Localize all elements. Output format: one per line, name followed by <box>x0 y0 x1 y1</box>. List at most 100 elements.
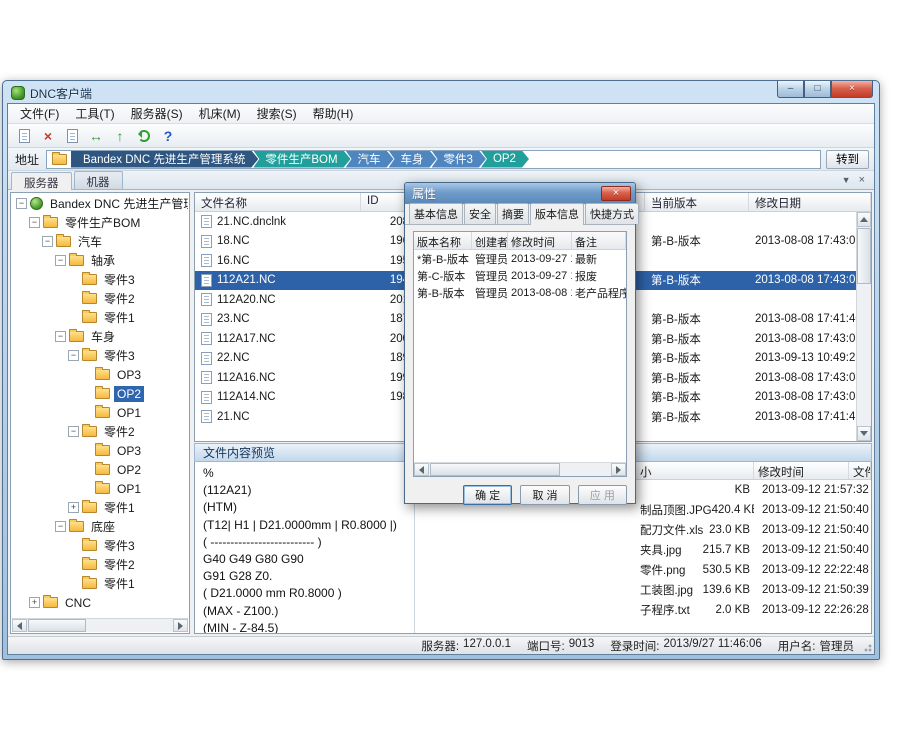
tree-item[interactable]: 零件2 <box>12 289 188 308</box>
tree-item[interactable]: −汽车 <box>12 232 188 251</box>
collapse-icon[interactable]: − <box>55 255 66 266</box>
tree-item[interactable]: 零件1 <box>12 574 188 593</box>
tree-item[interactable]: +零件1 <box>12 498 188 517</box>
version-row[interactable]: *第-B-版本管理员2013-09-27 14:最新 <box>414 250 626 267</box>
tree-item[interactable]: OP2 <box>12 460 188 479</box>
column-header[interactable]: 修改时间 <box>508 232 572 249</box>
refresh-icon[interactable] <box>133 126 155 146</box>
menu-search[interactable]: 搜索(S) <box>249 103 305 124</box>
version-row[interactable]: 第-C-版本管理员2013-09-27 14:报废 <box>414 267 626 284</box>
tree-item[interactable]: −底座 <box>12 517 188 536</box>
dialog-tab-3[interactable]: 版本信息 <box>530 203 584 225</box>
tab-machine[interactable]: 机器 <box>74 171 123 189</box>
tree-item[interactable]: OP3 <box>12 441 188 460</box>
collapse-icon[interactable]: − <box>68 426 79 437</box>
dialog-tab-0[interactable]: 基本信息 <box>409 203 463 224</box>
resize-grip-icon[interactable] <box>861 641 872 652</box>
tree-item[interactable]: −零件生产BOM <box>12 213 188 232</box>
scrollbar-track[interactable] <box>87 619 173 632</box>
tree-item[interactable]: −零件3 <box>12 346 188 365</box>
transfer-icon[interactable]: ↔ <box>85 126 107 146</box>
scrollbar-thumb[interactable] <box>857 228 871 284</box>
tree-item[interactable]: OP1 <box>12 479 188 498</box>
expand-icon[interactable]: + <box>29 597 40 608</box>
new-file-icon[interactable] <box>13 126 35 146</box>
column-header[interactable]: 文件名称 <box>195 193 361 211</box>
dialog-tab-2[interactable]: 摘要 <box>497 203 529 224</box>
close-panel-icon[interactable]: × <box>859 174 865 186</box>
help-icon[interactable]: ? <box>157 126 179 146</box>
tree-item[interactable]: OP2 <box>12 384 188 403</box>
column-header[interactable]: 当前版本 <box>645 193 749 211</box>
tree-item[interactable]: 零件1 <box>12 308 188 327</box>
scrollbar-thumb[interactable] <box>430 463 560 476</box>
collapse-icon[interactable]: − <box>16 198 27 209</box>
column-header[interactable]: 备注 <box>572 232 626 249</box>
collapse-icon[interactable]: − <box>42 236 53 247</box>
copy-file-icon[interactable] <box>61 126 83 146</box>
scroll-down-button[interactable] <box>857 426 871 441</box>
column-header[interactable]: 修改时间 <box>754 462 849 479</box>
minimize-button[interactable]: – <box>777 81 804 98</box>
breadcrumb-segment[interactable]: OP2 <box>481 151 529 168</box>
attachment-row[interactable]: 配刀文件.xls23.0 KB2013-09-12 21:50:40 <box>415 520 871 540</box>
scroll-left-button[interactable] <box>414 463 429 476</box>
attachment-row[interactable]: 子程序.txt2.0 KB2013-09-12 22:26:28 <box>415 600 871 620</box>
collapse-icon[interactable]: − <box>55 331 66 342</box>
dialog-tab-4[interactable]: 快捷方式 <box>585 203 639 224</box>
dialog-titlebar[interactable]: 属性 × <box>405 183 635 204</box>
menu-help[interactable]: 帮助(H) <box>305 103 362 124</box>
scroll-right-button[interactable] <box>173 619 188 632</box>
maximize-button[interactable]: □ <box>804 81 831 98</box>
scrollbar-track[interactable] <box>561 463 611 476</box>
scrollbar-thumb[interactable] <box>28 619 86 632</box>
go-button[interactable]: 转到 <box>826 150 869 169</box>
tab-server[interactable]: 服务器 <box>11 172 72 190</box>
attachment-row[interactable]: 夹具.jpg215.7 KB2013-09-12 21:50:40 <box>415 540 871 560</box>
tree-item[interactable]: 零件3 <box>12 270 188 289</box>
menu-server[interactable]: 服务器(S) <box>123 103 191 124</box>
address-field[interactable]: Bandex DNC 先进生产管理系统零件生产BOM汽车车身零件3OP2 <box>46 150 821 169</box>
menu-tools[interactable]: 工具(T) <box>67 103 122 124</box>
tree-horizontal-scrollbar[interactable] <box>12 618 188 632</box>
titlebar[interactable]: DNC客户端 – □ × <box>3 81 879 103</box>
breadcrumb-segment[interactable]: Bandex DNC 先进生产管理系统 <box>71 151 258 168</box>
collapse-icon[interactable]: − <box>29 217 40 228</box>
delete-icon[interactable]: × <box>37 126 59 146</box>
column-header[interactable]: 文件(&L <box>849 462 871 479</box>
breadcrumb-segment[interactable]: 零件生产BOM <box>253 151 350 168</box>
menu-machine[interactable]: 机床(M) <box>191 103 249 124</box>
version-row[interactable]: 第-B-版本管理员2013-08-08 17:老产品程序 <box>414 284 626 301</box>
tree-item[interactable]: OP3 <box>12 365 188 384</box>
tree-item[interactable]: −轴承 <box>12 251 188 270</box>
column-header[interactable]: 小 <box>636 462 754 479</box>
upload-icon[interactable]: ↑ <box>109 126 131 146</box>
breadcrumb-segment[interactable]: 车身 <box>389 151 437 168</box>
tree-item[interactable]: 零件3 <box>12 536 188 555</box>
tree-item[interactable]: 零件2 <box>12 555 188 574</box>
close-button[interactable]: × <box>831 81 873 98</box>
expand-icon[interactable]: + <box>68 502 79 513</box>
tree-item[interactable]: +CNC <box>12 593 188 612</box>
scroll-left-button[interactable] <box>12 619 27 632</box>
attachment-row[interactable]: 工装图.jpg139.6 KB2013-09-12 21:50:39 <box>415 580 871 600</box>
apply-button[interactable]: 应 用 <box>578 485 627 505</box>
tree-item[interactable]: OP1 <box>12 403 188 422</box>
scroll-up-button[interactable] <box>857 212 871 227</box>
collapse-icon[interactable]: − <box>68 350 79 361</box>
scrollbar-track[interactable] <box>857 285 871 426</box>
column-header[interactable]: 创建者 <box>472 232 508 249</box>
breadcrumb-segment[interactable]: 零件3 <box>432 151 486 168</box>
collapse-icon[interactable]: − <box>55 521 66 532</box>
tree-item[interactable]: −车身 <box>12 327 188 346</box>
column-header[interactable]: 版本名称 <box>414 232 472 249</box>
tree-item[interactable]: −Bandex DNC 先进生产管理系统 <box>12 194 188 213</box>
dialog-tab-1[interactable]: 安全 <box>464 203 496 224</box>
cancel-button[interactable]: 取 消 <box>520 485 569 505</box>
column-header[interactable]: 修改日期 <box>749 193 871 211</box>
attachment-row[interactable]: 零件.png530.5 KB2013-09-12 22:22:48 <box>415 560 871 580</box>
chevron-down-icon[interactable]: ▼ <box>842 175 851 185</box>
ok-button[interactable]: 确 定 <box>463 485 512 505</box>
tree-item[interactable]: −零件2 <box>12 422 188 441</box>
dialog-close-button[interactable]: × <box>601 186 631 201</box>
